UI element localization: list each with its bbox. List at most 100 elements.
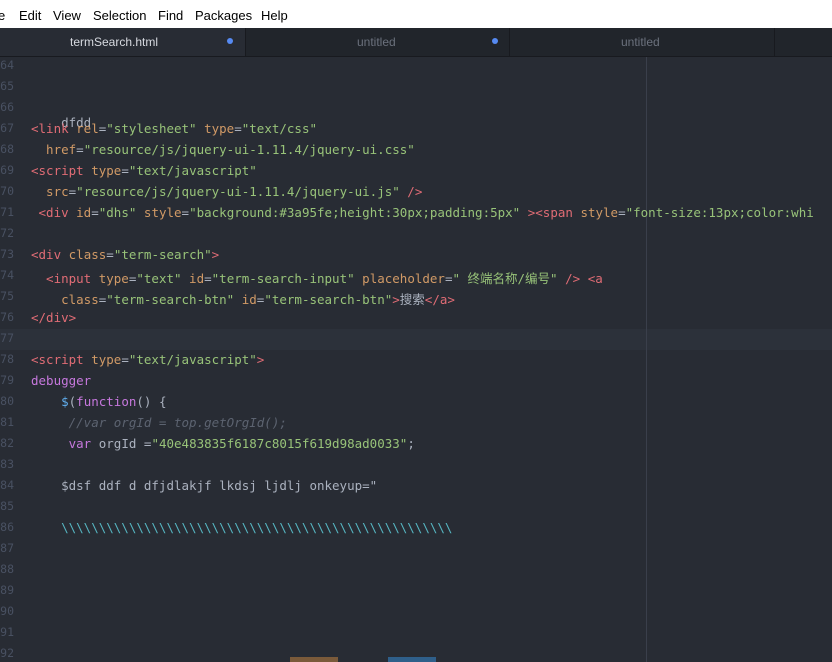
code-token: <div xyxy=(31,247,69,262)
tab-label: untitled xyxy=(621,35,660,49)
code-token: <script xyxy=(31,352,92,367)
line-number: 75 xyxy=(0,289,14,303)
code-token: = xyxy=(181,205,190,220)
code-token: $dsf ddf d dfjdlakjf lkdsj ljdlj onkeyup… xyxy=(31,478,378,493)
code-line-71: <div id="dhs" style="background:#3a95fe;… xyxy=(31,205,814,220)
code-token: <input xyxy=(31,271,99,286)
tab-untitled-1[interactable]: untitled xyxy=(245,28,509,56)
code-token: function xyxy=(76,394,137,409)
menu-selection[interactable]: Selection xyxy=(93,8,146,23)
code-token: "term-search-input" xyxy=(211,271,355,286)
tab-untitled-2[interactable]: untitled xyxy=(509,28,774,56)
code-token: "text/javascript" xyxy=(128,352,257,367)
menu-packages[interactable]: Packages xyxy=(195,8,252,23)
code-line-68: href="resource/js/jquery-ui-1.11.4/jquer… xyxy=(31,142,415,157)
code-token: "stylesheet" xyxy=(106,121,197,136)
code-token: type xyxy=(98,271,129,286)
menu-find[interactable]: Find xyxy=(158,8,183,23)
code-token: orgId = xyxy=(91,436,152,451)
code-editor[interactable]: 64 65 66 67 68 69 70 71 72 73 74 75 76 77 78 79 80 81 82 83… xyxy=(0,57,832,662)
code-token: rel xyxy=(76,121,99,136)
menu-bar: e Edit View Selection Find Packages Help xyxy=(0,0,832,28)
code-token: \\\\\\\\\\\\\\\\\\\\\\\\\\\\\\\\\\\\\\\\… xyxy=(31,520,453,535)
line-number: 66 xyxy=(0,100,14,114)
code-line-81: //var orgId = top.getOrgId(); xyxy=(31,415,287,430)
line-number: 76 xyxy=(0,310,14,324)
menu-view[interactable]: View xyxy=(53,8,81,23)
code-token: = xyxy=(121,163,129,178)
code-line-67: <link rel="stylesheet" type="text/css" xyxy=(31,121,317,136)
line-number: 77 xyxy=(0,331,14,345)
code-token: "font-size:13px;color:whi xyxy=(625,205,814,220)
line-number: 89 xyxy=(0,583,14,597)
code-token: "background:#3a95fe;height:30px;padding:… xyxy=(189,205,521,220)
status-bar-segment xyxy=(290,657,338,662)
code-token: type xyxy=(91,163,122,178)
menu-help[interactable]: Help xyxy=(261,8,288,23)
line-number: 67 xyxy=(0,121,14,135)
code-token: = xyxy=(76,142,84,157)
line-number: 70 xyxy=(0,184,14,198)
code-token: "resource/js/jquery-ui-1.11.4/jquery-ui.… xyxy=(76,184,400,199)
code-token: class xyxy=(31,292,99,307)
line-number: 91 xyxy=(0,625,14,639)
menu-edit[interactable]: Edit xyxy=(19,8,41,23)
code-token: = xyxy=(91,205,99,220)
code-line-78: <script type="text/javascript"> xyxy=(31,352,264,367)
tab-label: termSearch.html xyxy=(70,35,159,49)
code-token: > xyxy=(392,292,400,307)
code-token: id xyxy=(76,205,92,220)
code-token: </div> xyxy=(31,310,77,325)
code-line-84: $dsf ddf d dfjdlakjf lkdsj ljdlj onkeyup… xyxy=(31,478,377,493)
line-number: 87 xyxy=(0,541,14,555)
code-token: class xyxy=(68,247,107,262)
line-number: 64 xyxy=(0,58,14,72)
line-number: 80 xyxy=(0,394,14,408)
code-token: "term-search" xyxy=(113,247,212,262)
code-line-79: debugger xyxy=(31,373,91,388)
modified-dot-icon xyxy=(492,38,498,44)
line-number: 69 xyxy=(0,163,14,177)
code-line-69: <script type="text/javascript" xyxy=(31,163,257,178)
menu-file[interactable]: e xyxy=(0,8,5,23)
tab-termsearch[interactable]: termSearch.html xyxy=(0,28,245,56)
code-token: "40e483835f6187c8015f619d98ad0033" xyxy=(151,436,408,451)
code-token: > xyxy=(256,352,265,367)
code-token: style xyxy=(580,205,619,220)
line-number: 72 xyxy=(0,226,14,240)
line-number: 79 xyxy=(0,373,14,387)
code-line-70: src="resource/js/jquery-ui-1.11.4/jquery… xyxy=(31,184,422,199)
line-number: 85 xyxy=(0,499,14,513)
code-token: = xyxy=(618,205,626,220)
code-line-76: </div> xyxy=(31,310,76,325)
code-token: /> xyxy=(399,184,423,199)
status-bar-segment xyxy=(388,657,436,662)
line-number: 65 xyxy=(0,79,14,93)
code-token: type xyxy=(196,121,235,136)
line-number: 92 xyxy=(0,646,14,660)
code-token: "dhs" xyxy=(98,205,137,220)
code-token: "text/css" xyxy=(241,121,318,136)
code-token: = xyxy=(106,247,114,262)
code-token: <div xyxy=(31,205,77,220)
line-number: 88 xyxy=(0,562,14,576)
code-token: $ xyxy=(31,394,69,409)
tab-label: untitled xyxy=(357,35,396,49)
code-line-74: <input type="text" id="term-search-input… xyxy=(31,268,603,287)
code-line-73: <div class="term-search"> xyxy=(31,247,219,262)
code-token: "term-search-btn" xyxy=(106,292,235,307)
line-number: 82 xyxy=(0,436,14,450)
line-number-gutter: 64 65 66 67 68 69 70 71 72 73 74 75 76 77 78 79 80 81 82 83… xyxy=(0,57,14,662)
code-token: type xyxy=(91,352,122,367)
code-token: () { xyxy=(136,394,167,409)
line-number: 68 xyxy=(0,142,14,156)
line-number: 83 xyxy=(0,457,14,471)
code-token: ; xyxy=(407,436,415,451)
line-number: 71 xyxy=(0,205,14,219)
line-number: 86 xyxy=(0,520,14,534)
code-token: src xyxy=(31,184,69,199)
code-line-80: $(function() { xyxy=(31,394,167,409)
code-line-86: \\\\\\\\\\\\\\\\\\\\\\\\\\\\\\\\\\\\\\\\… xyxy=(31,520,452,535)
tab-overflow xyxy=(774,28,832,56)
cursor-line-highlight xyxy=(0,329,832,350)
